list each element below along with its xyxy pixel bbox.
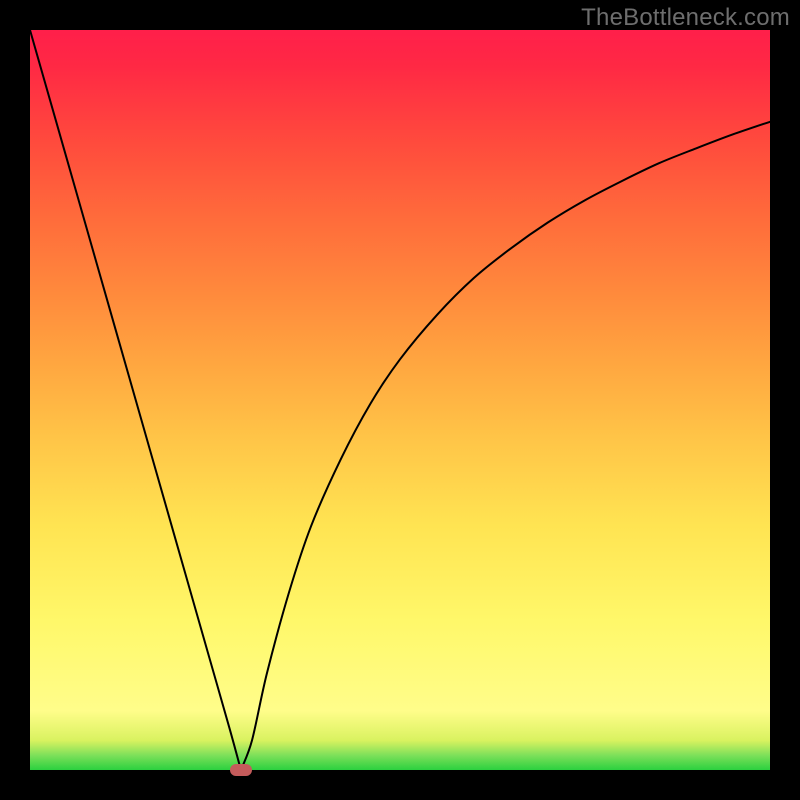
minimum-marker <box>230 764 252 776</box>
curve-svg <box>30 30 770 770</box>
watermark-text: TheBottleneck.com <box>581 4 790 32</box>
bottleneck-curve <box>30 30 770 770</box>
plot-area <box>30 30 770 770</box>
chart-frame: TheBottleneck.com <box>0 0 800 800</box>
